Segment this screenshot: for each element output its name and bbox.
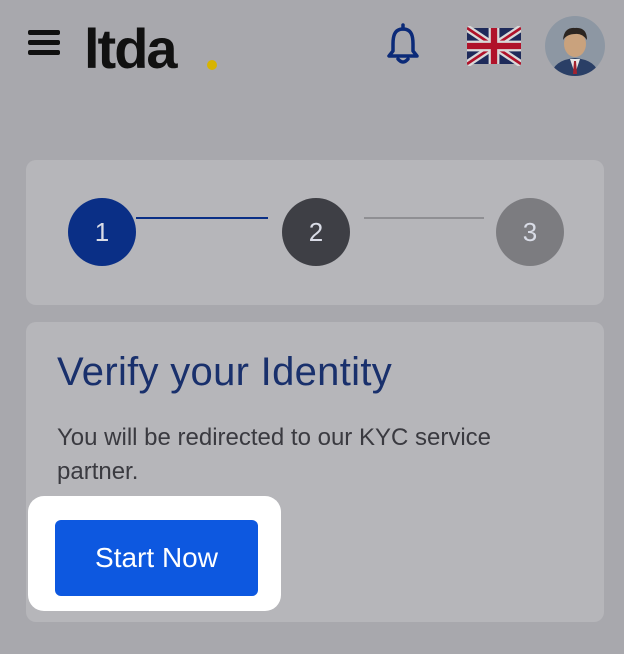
start-now-button[interactable]: Start Now — [55, 520, 258, 596]
step-2-circle: 2 — [282, 198, 350, 266]
step-3-label: 3 — [522, 216, 538, 247]
step-1-circle: 1 — [68, 198, 136, 266]
logo[interactable]: ltda — [84, 20, 224, 76]
user-avatar[interactable] — [545, 16, 605, 76]
step-2-label: 2 — [308, 216, 324, 247]
step-3-circle: 3 — [496, 198, 564, 266]
logo-text: ltda — [84, 20, 178, 76]
step-connector-1 — [136, 217, 268, 219]
avatar-icon — [551, 27, 599, 76]
hamburger-menu-icon[interactable] — [28, 30, 60, 56]
step-1-label: 1 — [94, 216, 110, 247]
step-connector-2 — [364, 217, 484, 219]
kyc-description: You will be redirected to our KYC servic… — [57, 424, 491, 485]
page-title: Verify your Identity — [57, 350, 393, 394]
logo-dot — [207, 60, 217, 70]
bell-icon[interactable] — [383, 22, 423, 66]
app-header: ltda — [0, 0, 624, 100]
uk-flag-icon[interactable] — [467, 26, 521, 66]
stepper-card: 1 2 3 — [26, 160, 604, 305]
